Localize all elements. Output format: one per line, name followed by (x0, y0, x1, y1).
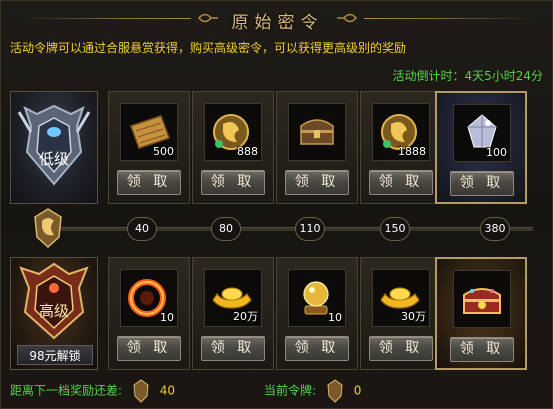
reward-slot: 500 领 取 (108, 91, 190, 204)
reward-item[interactable]: 100 (453, 104, 511, 162)
title-bar: 原始密令 (1, 1, 553, 35)
reward-item[interactable] (288, 103, 346, 161)
reward-item[interactable]: 500 (120, 103, 178, 161)
treasure-chest-icon (300, 119, 334, 145)
reward-item[interactable]: 1888 (372, 103, 430, 161)
threshold-tick: 80 (211, 217, 241, 241)
next-reward-label: 距离下一档奖励还差: (10, 383, 123, 398)
reward-slot-featured: 100 领 取 (435, 91, 527, 204)
claim-button[interactable]: 领 取 (369, 170, 433, 195)
claim-button[interactable]: 领 取 (117, 336, 181, 361)
countdown-timer: 活动倒计时：4天5小时24分 (392, 67, 543, 84)
item-count: 100 (486, 146, 507, 159)
claim-button[interactable]: 领 取 (201, 336, 265, 361)
high-tier-badge: 高级 98元解锁 (10, 257, 98, 370)
title-divider-right (364, 18, 534, 19)
threshold-tick: 150 (380, 217, 410, 241)
item-count: 888 (237, 145, 258, 158)
item-count: 1888 (398, 145, 426, 158)
claim-button[interactable]: 领 取 (450, 337, 514, 362)
claim-button[interactable]: 领 取 (201, 170, 265, 195)
token-icon (133, 379, 149, 403)
page-title: 原始密令 (231, 13, 324, 33)
threshold-tick: 110 (295, 217, 325, 241)
reward-slot: 1888 领 取 (360, 91, 442, 204)
reward-slot: 20万 领 取 (192, 257, 274, 370)
reward-item[interactable]: 10 (288, 269, 346, 327)
countdown-label: 活动倒计时： (392, 69, 465, 83)
item-count: 10 (328, 311, 342, 324)
token-icon (327, 379, 343, 403)
reward-item[interactable]: 888 (204, 103, 262, 161)
reward-slot: 888 领 取 (192, 91, 274, 204)
event-description: 活动令牌可以通过合服悬赏获得，购买高级密令，可以获得更高级别的奖励 (10, 41, 407, 55)
reward-item[interactable]: 10 (120, 269, 178, 327)
claim-button[interactable]: 领 取 (285, 336, 349, 361)
claim-button[interactable]: 领 取 (450, 171, 514, 196)
ornament-icon (337, 13, 357, 23)
high-tier-name: 高级 (39, 302, 69, 320)
claim-button[interactable]: 领 取 (369, 336, 433, 361)
reward-item[interactable]: 20万 (204, 269, 262, 327)
claim-button[interactable]: 领 取 (117, 170, 181, 195)
unlock-button[interactable]: 98元解锁 (17, 345, 93, 365)
reward-slot: 10 领 取 (276, 257, 358, 370)
low-tier-badge: 低级 (10, 91, 98, 204)
item-count: 20万 (233, 310, 258, 323)
token-icon (34, 208, 62, 249)
threshold-tick: 380 (480, 217, 510, 241)
reward-slot: 30万 领 取 (360, 257, 442, 370)
reward-item[interactable] (453, 270, 511, 328)
low-tier-name: 低级 (39, 150, 69, 168)
secret-order-panel: 原始密令 活动令牌可以通过合服悬赏获得，购买高级密令，可以获得更高级别的奖励 活… (0, 0, 553, 409)
token-progress-bar: 40 80 110 150 380 (1, 207, 553, 251)
item-count: 500 (153, 145, 174, 158)
high-tier-emblem-icon: 高级 (19, 262, 89, 340)
threshold-tick: 40 (127, 217, 157, 241)
claim-button[interactable]: 领 取 (285, 170, 349, 195)
reward-item[interactable]: 30万 (372, 269, 430, 327)
low-tier-emblem-icon: 低级 (17, 104, 91, 186)
countdown-value: 4天5小时24分 (464, 69, 543, 83)
current-token-label: 当前令牌: (264, 383, 317, 398)
current-token-info: 当前令牌: 0 (264, 379, 361, 403)
item-count: 10 (160, 311, 174, 324)
item-count: 30万 (401, 310, 426, 323)
current-token-value: 0 (353, 383, 362, 398)
jewel-chest-icon (463, 288, 501, 314)
next-reward-value: 40 (159, 383, 175, 398)
next-reward-info: 距离下一档奖励还差: 40 (10, 379, 175, 403)
reward-slot-featured: 领 取 (435, 257, 527, 370)
reward-slot: 10 领 取 (108, 257, 190, 370)
low-tier-row: 低级 500 领 取 888 领 取 领 取 1888 领 取 100 领 取 (10, 91, 545, 204)
high-tier-row: 高级 98元解锁 10 领 取 20万 领 取 10 领 取 30万 领 取 领… (10, 257, 545, 370)
progress-track (53, 227, 533, 231)
reward-slot: 领 取 (276, 91, 358, 204)
